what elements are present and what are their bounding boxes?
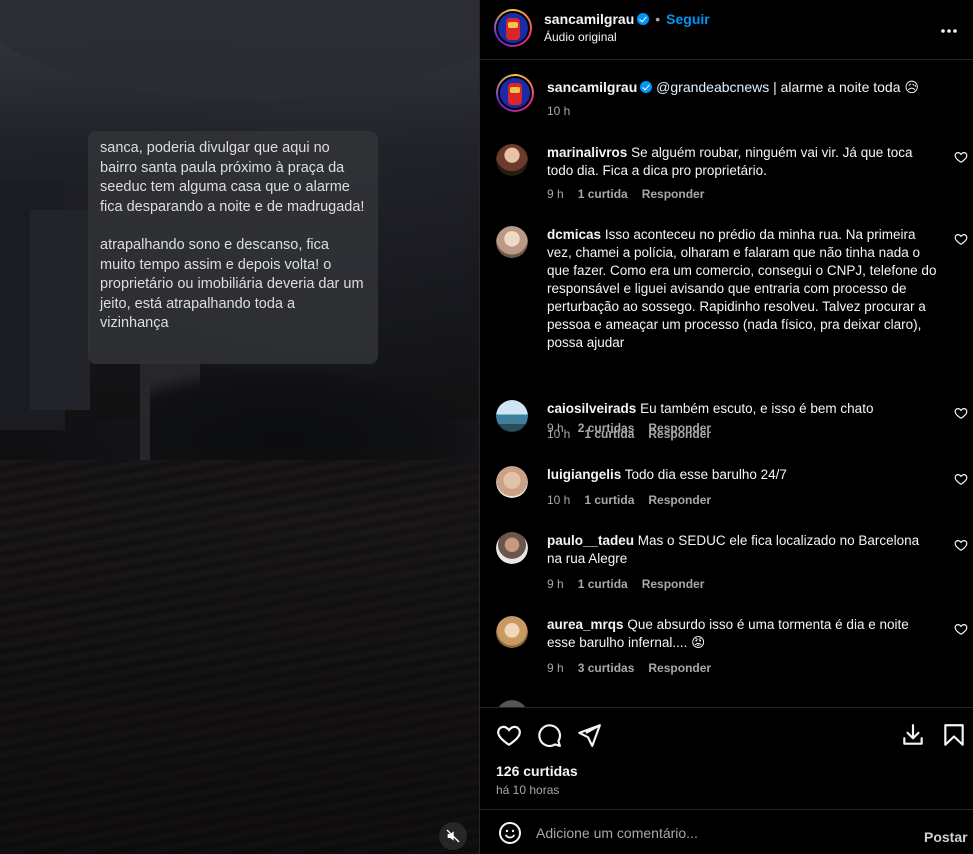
post-timestamp: há 10 horas bbox=[496, 783, 560, 797]
caption-username[interactable]: sancamilgrau bbox=[547, 79, 637, 95]
post-button[interactable]: Postar bbox=[924, 829, 968, 845]
comment-text: Isso aconteceu no prédio da minha rua. N… bbox=[547, 227, 937, 350]
reel-video[interactable]: sanca, poderia divulgar que aqui no bair… bbox=[0, 0, 479, 854]
mute-button[interactable] bbox=[439, 822, 467, 850]
download-icon[interactable] bbox=[900, 722, 926, 748]
author-avatar[interactable] bbox=[494, 9, 532, 47]
message-paragraph: sanca, poderia divulgar que aqui no bair… bbox=[100, 140, 365, 215]
author-avatar[interactable] bbox=[496, 74, 534, 112]
follow-button[interactable]: Seguir bbox=[666, 11, 710, 27]
comment-username[interactable]: marinalivros bbox=[547, 145, 627, 160]
heart-icon[interactable] bbox=[954, 150, 968, 164]
post-actions: 126 curtidas há 10 horas bbox=[480, 707, 973, 809]
message-bubble: sanca, poderia divulgar que aqui no bair… bbox=[88, 131, 378, 364]
reply-button[interactable]: Responder bbox=[642, 187, 705, 201]
commenter-avatar[interactable] bbox=[496, 700, 528, 707]
reply-button[interactable]: Responder bbox=[648, 661, 711, 675]
heart-icon[interactable] bbox=[496, 722, 522, 748]
comment-username[interactable]: aurea_mrqs bbox=[547, 617, 624, 632]
comment-likes[interactable]: 1 curtida bbox=[578, 577, 628, 591]
post-header: sancamilgrau • Seguir Áudio original bbox=[480, 0, 973, 60]
verified-icon bbox=[637, 13, 650, 25]
comment-username[interactable]: caiosilveirads bbox=[547, 401, 636, 416]
comment-likes[interactable]: 1 curtida bbox=[584, 427, 634, 441]
share-icon[interactable] bbox=[576, 722, 602, 748]
comment-icon[interactable] bbox=[536, 722, 562, 748]
heart-icon[interactable] bbox=[954, 622, 968, 636]
comments-list[interactable]: sancamilgrau @grandeabcnews | alarme a n… bbox=[480, 60, 973, 707]
caption-mention[interactable]: @grandeabcnews bbox=[656, 79, 769, 95]
message-paragraph: atrapalhando sono e descanso, fica muito… bbox=[100, 237, 364, 331]
heart-icon[interactable] bbox=[954, 472, 968, 486]
heart-icon[interactable] bbox=[954, 232, 968, 246]
comment-time: 9 h bbox=[547, 661, 564, 675]
commenter-avatar[interactable] bbox=[496, 532, 528, 564]
speaker-muted-icon bbox=[446, 829, 460, 843]
verified-icon bbox=[640, 81, 653, 93]
comment-time: 9 h bbox=[547, 187, 564, 201]
comment-likes[interactable]: 1 curtida bbox=[584, 493, 634, 507]
heart-icon[interactable] bbox=[954, 538, 968, 552]
comment-username[interactable]: luigiangelis bbox=[547, 467, 621, 482]
reply-button[interactable]: Responder bbox=[642, 577, 705, 591]
heart-icon[interactable] bbox=[954, 406, 968, 420]
comment-text: Todo dia esse barulho 24/7 bbox=[624, 467, 787, 482]
more-options-button[interactable] bbox=[940, 18, 958, 39]
comment-likes[interactable]: 1 curtida bbox=[578, 187, 628, 201]
commenter-avatar[interactable] bbox=[496, 226, 528, 258]
save-icon[interactable] bbox=[941, 722, 967, 748]
comment-likes[interactable]: 3 curtidas bbox=[578, 661, 635, 675]
comment-text: Eu também escuto, e isso é bem chato bbox=[640, 401, 874, 416]
comment-time: 10 h bbox=[547, 493, 571, 507]
comment-username[interactable]: paulo__tadeu bbox=[547, 533, 634, 548]
commenter-avatar[interactable] bbox=[496, 400, 528, 432]
comment-input[interactable] bbox=[536, 820, 896, 846]
comment-time: 9 h bbox=[547, 577, 564, 591]
author-username[interactable]: sancamilgrau bbox=[544, 11, 634, 27]
comment-time: 10 h bbox=[547, 427, 571, 441]
reply-button[interactable]: Responder bbox=[648, 493, 711, 507]
caption-text: | alarme a noite toda 😥 bbox=[769, 79, 919, 95]
audio-link[interactable]: Áudio original bbox=[544, 30, 617, 44]
emoji-icon[interactable] bbox=[498, 821, 522, 845]
more-horizontal-icon bbox=[941, 29, 957, 33]
comment-username[interactable]: dcmicas bbox=[547, 227, 601, 242]
add-comment-bar: Postar bbox=[480, 809, 973, 854]
commenter-avatar[interactable] bbox=[496, 616, 528, 648]
likes-count[interactable]: 126 curtidas bbox=[496, 763, 578, 779]
reply-button[interactable]: Responder bbox=[648, 427, 711, 441]
caption-time: 10 h bbox=[547, 104, 571, 118]
commenter-avatar[interactable] bbox=[496, 144, 528, 176]
commenter-avatar[interactable] bbox=[496, 466, 528, 498]
post-panel: sancamilgrau • Seguir Áudio original sanca… bbox=[479, 0, 973, 854]
